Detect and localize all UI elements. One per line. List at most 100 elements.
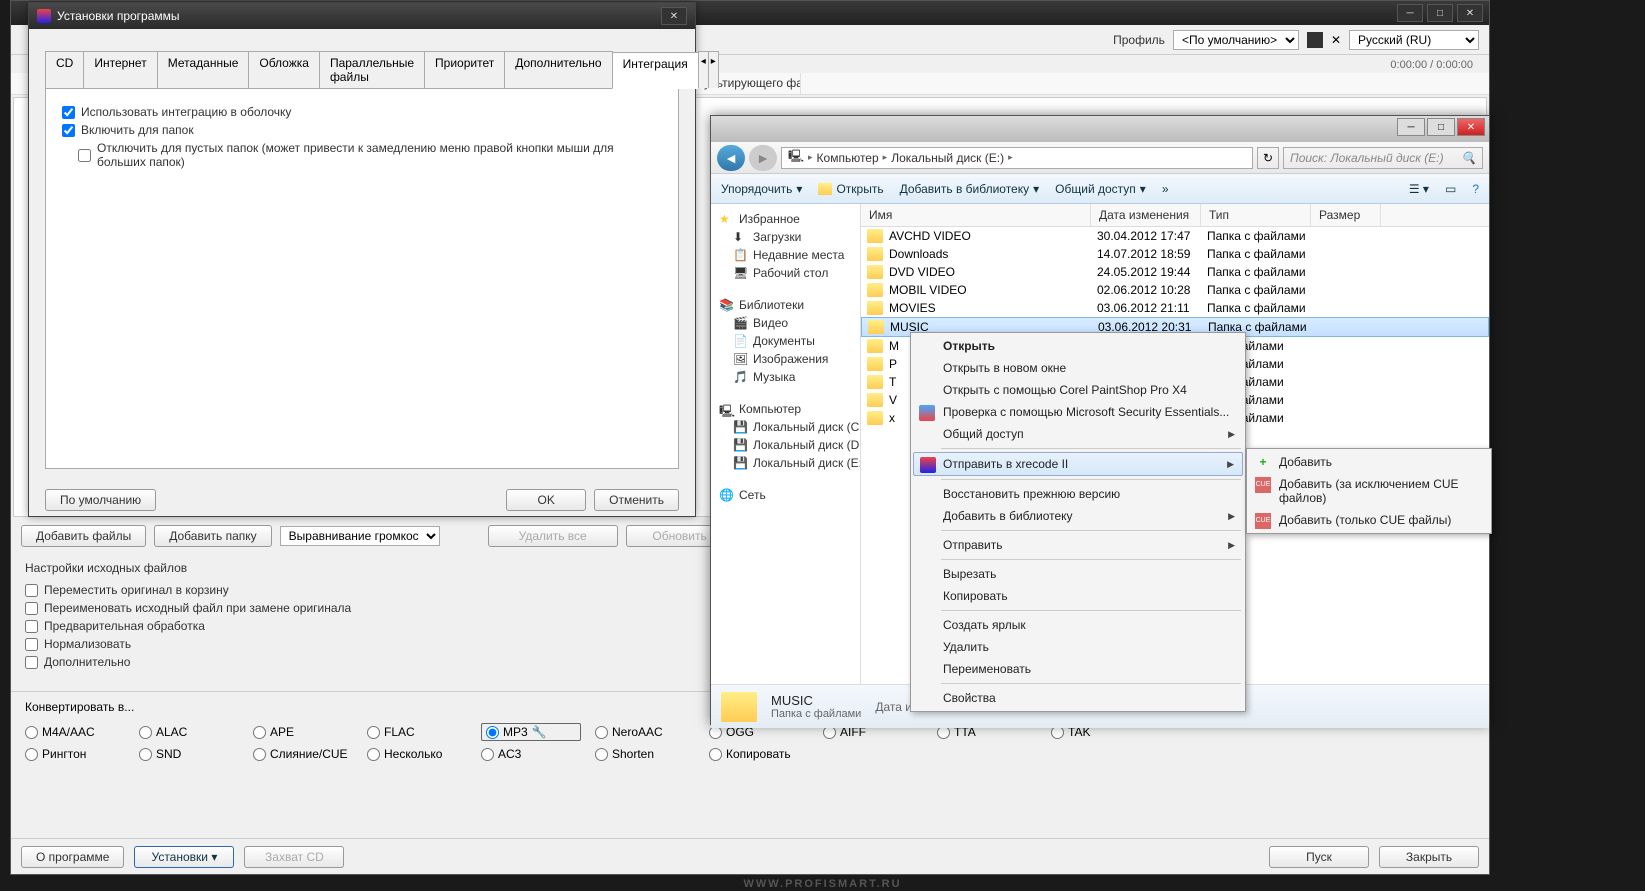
menu-item[interactable]: Свойства xyxy=(913,687,1243,709)
format-ac3[interactable]: AC3 xyxy=(481,747,581,761)
submenu-item[interactable]: CUEДобавить (за исключением CUE файлов) xyxy=(1249,473,1489,509)
format-рингтон[interactable]: Рингтон xyxy=(25,747,125,761)
tree-video[interactable]: Видео xyxy=(753,316,788,330)
format-neroaac[interactable]: NeroAAC xyxy=(595,723,695,741)
tree-network[interactable]: Сеть xyxy=(739,488,766,502)
menu-item[interactable]: Открыть в новом окне xyxy=(913,357,1243,379)
context-submenu[interactable]: +ДобавитьCUEДобавить (за исключением CUE… xyxy=(1246,448,1492,534)
breadcrumb[interactable]: 🖳 ▸ Компьютер ▸ Локальный диск (E:) ▸ xyxy=(781,147,1253,169)
add-files-button[interactable]: Добавить файлы xyxy=(21,525,146,547)
format-копировать[interactable]: Копировать xyxy=(709,747,809,761)
help-icon[interactable]: ? xyxy=(1472,182,1479,196)
menu-item[interactable]: Отправить в xrecode II▶ xyxy=(913,452,1243,476)
tree-drive-e[interactable]: Локальный диск (E: xyxy=(753,456,861,470)
cancel-button[interactable]: Отменить xyxy=(594,489,679,511)
format-shorten[interactable]: Shorten xyxy=(595,747,695,761)
col-date[interactable]: Дата изменения xyxy=(1091,204,1201,226)
disable-empty-checkbox[interactable] xyxy=(78,149,91,162)
menu-item[interactable]: Переименовать xyxy=(913,658,1243,680)
tree-drive-c[interactable]: Локальный диск (C xyxy=(753,420,859,434)
submenu-item[interactable]: +Добавить xyxy=(1249,451,1489,473)
tree-music[interactable]: Музыка xyxy=(753,370,795,384)
tree-desktop[interactable]: Рабочий стол xyxy=(753,266,828,280)
more-menu[interactable]: » xyxy=(1162,182,1169,196)
menu-item[interactable]: Общий доступ▶ xyxy=(913,423,1243,445)
tab-cover[interactable]: Обложка xyxy=(248,51,320,88)
tab-cd[interactable]: CD xyxy=(45,51,84,88)
close-app-button[interactable]: Закрыть xyxy=(1379,846,1479,868)
tree-computer[interactable]: Компьютер xyxy=(739,402,801,416)
format-слияниеcue[interactable]: Слияние/CUE xyxy=(253,747,353,761)
file-row[interactable]: MOVIES03.06.2012 21:11Папка с файлами xyxy=(861,299,1489,317)
submenu-item[interactable]: CUEДобавить (только CUE файлы) xyxy=(1249,509,1489,531)
format-radio[interactable] xyxy=(367,748,380,761)
forward-button[interactable]: ► xyxy=(749,145,777,171)
menu-item[interactable]: Отправить▶ xyxy=(913,534,1243,556)
wrench-icon[interactable]: 🔧 xyxy=(532,725,547,739)
share-menu[interactable]: Общий доступ ▾ xyxy=(1055,182,1146,196)
format-mp3[interactable]: MP3 🔧 xyxy=(481,723,581,741)
crumb-computer[interactable]: Компьютер xyxy=(817,151,879,165)
format-radio[interactable] xyxy=(25,726,38,739)
add-library-menu[interactable]: Добавить в библиотеку ▾ xyxy=(900,182,1040,196)
back-button[interactable]: ◄ xyxy=(717,145,745,171)
file-row[interactable]: MOBIL VIDEO02.06.2012 10:28Папка с файла… xyxy=(861,281,1489,299)
tab-integration[interactable]: Интеграция xyxy=(612,52,699,89)
exp-maximize-button[interactable]: □ xyxy=(1427,118,1455,136)
format-radio[interactable] xyxy=(139,748,152,761)
col-type[interactable]: Тип xyxy=(1201,204,1311,226)
normalize-select[interactable]: Выравнивание громкости xyxy=(280,526,440,546)
exp-minimize-button[interactable]: ─ xyxy=(1397,118,1425,136)
format-flac[interactable]: FLAC xyxy=(367,723,467,741)
enable-folders-checkbox[interactable] xyxy=(62,124,75,137)
format-radio[interactable] xyxy=(25,748,38,761)
default-button[interactable]: По умолчанию xyxy=(45,489,156,511)
col-size[interactable]: Размер xyxy=(1311,204,1381,226)
dialog-close-button[interactable]: ✕ xyxy=(661,7,687,25)
format-radio[interactable] xyxy=(139,726,152,739)
crumb-disk[interactable]: Локальный диск (E:) xyxy=(891,151,1004,165)
language-select[interactable]: Русский (RU) xyxy=(1349,30,1479,50)
format-radio[interactable] xyxy=(481,748,494,761)
rename-original-checkbox[interactable] xyxy=(25,602,38,615)
tree-libraries[interactable]: Библиотеки xyxy=(739,298,804,312)
menu-item[interactable]: Открыть xyxy=(913,335,1243,357)
tab-priority[interactable]: Приоритет xyxy=(424,51,505,88)
menu-item[interactable]: Открыть с помощью Corel PaintShop Pro X4 xyxy=(913,379,1243,401)
view-menu[interactable]: ☰ ▾ xyxy=(1409,182,1429,196)
tree-recent[interactable]: Недавние места xyxy=(753,248,844,262)
preprocess-checkbox[interactable] xyxy=(25,620,38,633)
tab-internet[interactable]: Интернет xyxy=(83,51,157,88)
preview-pane-button[interactable]: ▭ xyxy=(1445,182,1456,196)
menu-item[interactable]: Восстановить прежнюю версию xyxy=(913,483,1243,505)
explorer-tree[interactable]: ★Избранное ⬇Загрузки 📋Недавние места 🖥Ра… xyxy=(711,204,861,684)
tab-parallel[interactable]: Параллельные файлы xyxy=(319,51,425,88)
tree-downloads[interactable]: Загрузки xyxy=(753,230,801,244)
profile-select[interactable]: <По умолчанию> xyxy=(1173,30,1299,50)
maximize-button[interactable]: □ xyxy=(1427,4,1453,22)
about-button[interactable]: О программе xyxy=(21,846,124,868)
start-button[interactable]: Пуск xyxy=(1269,846,1369,868)
search-input[interactable]: Поиск: Локальный диск (E:)🔍 xyxy=(1283,147,1483,169)
settings-button[interactable]: Установки ▾ xyxy=(134,846,234,868)
format-radio[interactable] xyxy=(253,726,266,739)
format-radio[interactable] xyxy=(595,726,608,739)
tree-documents[interactable]: Документы xyxy=(753,334,815,348)
format-radio[interactable] xyxy=(486,726,499,739)
save-icon[interactable] xyxy=(1307,32,1323,48)
open-button[interactable]: Открыть xyxy=(818,182,883,196)
menu-item[interactable]: Копировать xyxy=(913,585,1243,607)
format-radio[interactable] xyxy=(367,726,380,739)
menu-item[interactable]: Добавить в библиотеку▶ xyxy=(913,505,1243,527)
move-original-checkbox[interactable] xyxy=(25,584,38,597)
delete-profile-icon[interactable]: ✕ xyxy=(1331,33,1341,47)
exp-close-button[interactable]: ✕ xyxy=(1457,118,1485,136)
col-name[interactable]: Имя xyxy=(861,204,1091,226)
refresh-icon[interactable]: ↻ xyxy=(1257,147,1279,169)
delete-all-button[interactable]: Удалить все xyxy=(488,525,618,547)
file-row[interactable]: DVD VIDEO24.05.2012 19:44Папка с файлами xyxy=(861,263,1489,281)
tab-metadata[interactable]: Метаданные xyxy=(157,51,250,88)
tab-extra[interactable]: Дополнительно xyxy=(504,51,612,88)
menu-item[interactable]: Создать ярлык xyxy=(913,614,1243,636)
menu-item[interactable]: Удалить xyxy=(913,636,1243,658)
